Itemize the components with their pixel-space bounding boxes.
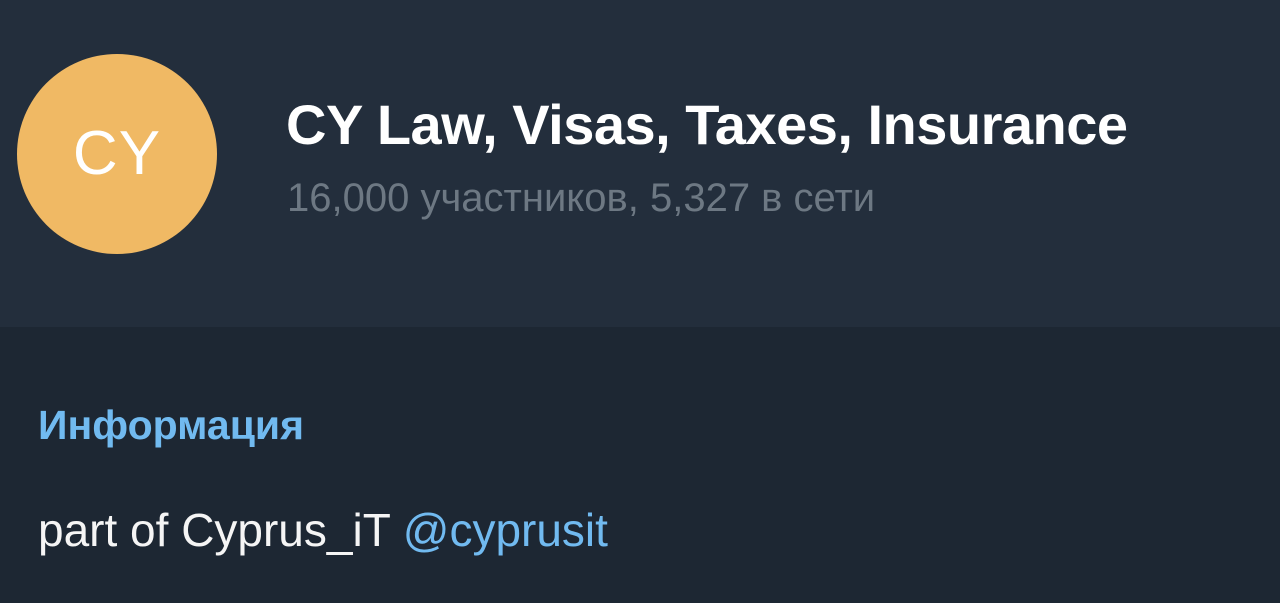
avatar[interactable]: CY (17, 54, 217, 254)
chat-header: CY CY Law, Visas, Taxes, Insurance 16,00… (0, 0, 1280, 327)
chat-title: CY Law, Visas, Taxes, Insurance (286, 93, 1128, 156)
info-heading: Информация (38, 402, 305, 448)
username-link[interactable]: @cyprusit (403, 504, 608, 556)
member-count: 16,000 участников, 5,327 в сети (287, 176, 876, 220)
info-section: Информация part of Cyprus_iT @cyprusit (0, 327, 1280, 603)
description-text: part of Cyprus_iT (38, 504, 403, 556)
info-description: part of Cyprus_iT @cyprusit (38, 502, 608, 558)
avatar-initials: CY (72, 119, 162, 188)
